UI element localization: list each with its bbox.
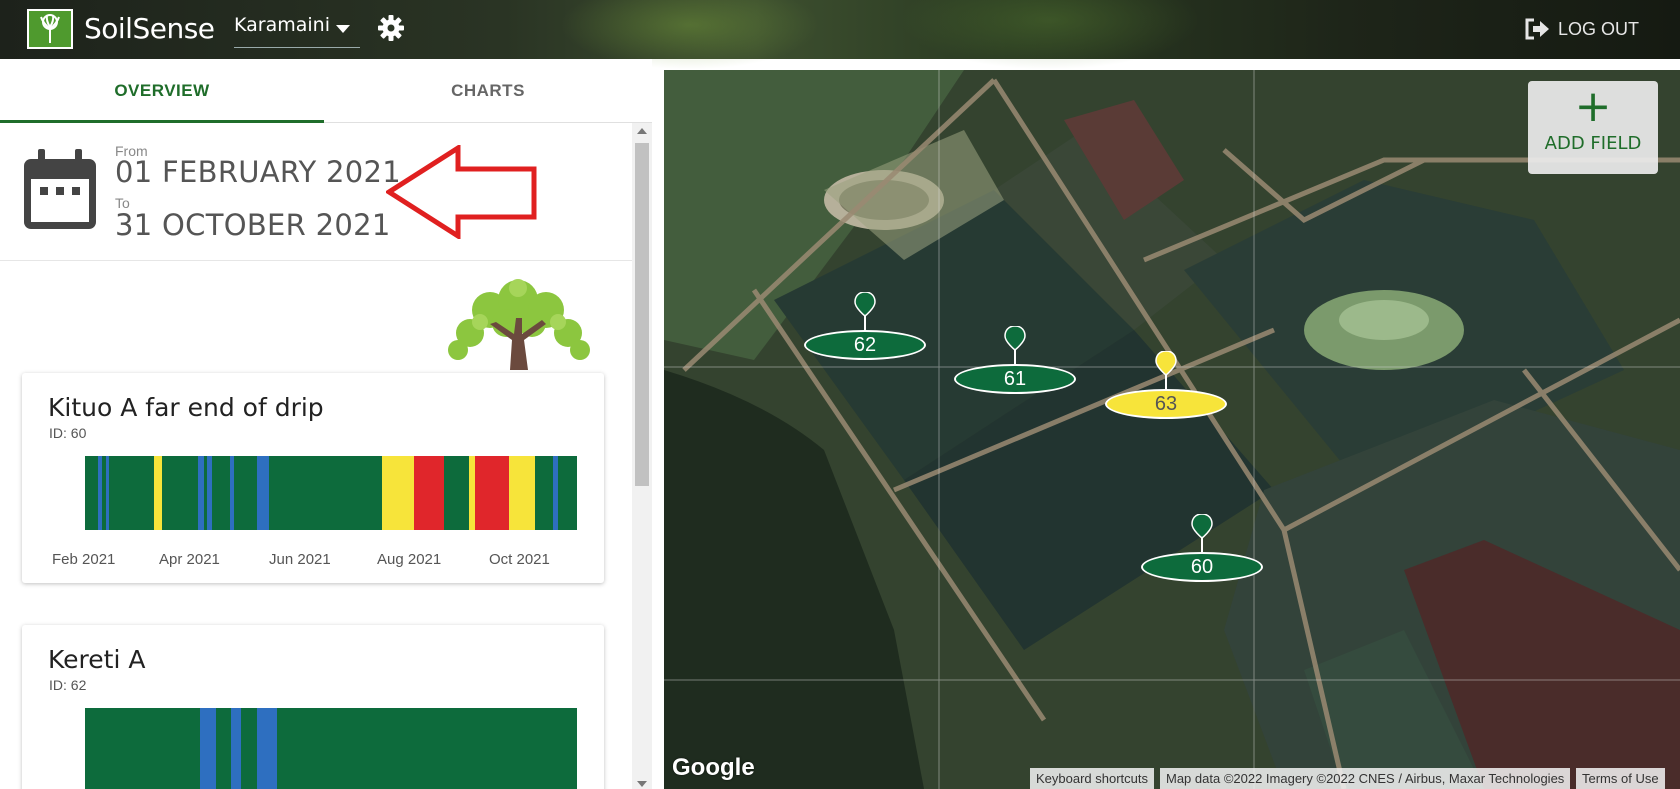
- logout-icon: [1525, 18, 1549, 40]
- google-logo[interactable]: Google: [672, 754, 755, 782]
- timeline-segment-wet: [200, 708, 216, 789]
- field-marker[interactable]: 63: [1105, 351, 1227, 425]
- scroll-down-arrow-icon[interactable]: [637, 781, 647, 787]
- field-marker[interactable]: 61: [954, 326, 1076, 400]
- overview-scroll-area[interactable]: From 01 FEBRUARY 2021 To 31 OCTOBER 2021…: [0, 123, 632, 789]
- axis-tick-label: Apr 2021: [159, 551, 220, 568]
- map-pin-icon: [854, 292, 876, 330]
- tab-overview[interactable]: OVERVIEW: [0, 59, 324, 123]
- gear-icon[interactable]: [377, 14, 405, 42]
- axis-tick-label: Oct 2021: [489, 551, 550, 568]
- timeline-segment-wet: [106, 456, 109, 530]
- field-marker[interactable]: 60: [1141, 514, 1263, 588]
- add-field-label: ADD FIELD: [1544, 133, 1642, 154]
- field-title[interactable]: Kituo A far end of drip: [48, 393, 324, 422]
- add-field-button[interactable]: + ADD FIELD: [1528, 81, 1658, 174]
- field-id: ID: 62: [49, 677, 87, 693]
- marker-label: 61: [954, 364, 1076, 394]
- logout-button[interactable]: LOG OUT: [1524, 16, 1639, 42]
- timeline-segment-wet: [231, 708, 241, 789]
- axis-tick-label: Feb 2021: [52, 551, 116, 568]
- map-pin-icon: [1191, 514, 1213, 552]
- left-panel: OVERVIEW CHARTS From 01 FEBRUARY 2021 To…: [0, 59, 652, 789]
- timeline-segment-wet: [257, 456, 269, 530]
- terms-of-use-link[interactable]: Terms of Use: [1576, 768, 1665, 789]
- from-date[interactable]: 01 FEBRUARY 2021: [115, 155, 401, 189]
- date-range-picker[interactable]: From 01 FEBRUARY 2021 To 31 OCTOBER 2021: [0, 123, 632, 261]
- to-date[interactable]: 31 OCTOBER 2021: [115, 208, 391, 242]
- field-id: ID: 60: [49, 425, 87, 441]
- farm-select-value: Karamaini: [234, 14, 330, 36]
- marker-label: 62: [804, 330, 926, 360]
- axis-tick-label: Aug 2021: [377, 551, 442, 568]
- timeline-segment-wet: [198, 456, 204, 530]
- timeline-segment-warning: [509, 456, 535, 530]
- axis-tick-label: Jun 2021: [269, 551, 331, 568]
- marker-label: 60: [1141, 552, 1263, 582]
- scrollbar[interactable]: [632, 123, 652, 789]
- timeline-segment-wet: [207, 456, 212, 530]
- scrollbar-thumb[interactable]: [635, 143, 649, 486]
- header-background-leaf: [900, 0, 1200, 70]
- keyboard-shortcuts-link[interactable]: Keyboard shortcuts: [1030, 768, 1155, 789]
- timeline-segment-wet: [257, 708, 277, 789]
- satellite-map[interactable]: 62 61 63 60: [664, 70, 1680, 789]
- timeline-segment-critical: [414, 456, 444, 530]
- plus-icon: +: [1574, 81, 1612, 132]
- tab-bar: OVERVIEW CHARTS: [0, 59, 652, 123]
- map-pin-icon: [1155, 351, 1177, 389]
- red-arrow-annotation: [386, 145, 537, 239]
- field-card[interactable]: Kereti A ID: 62: [22, 625, 604, 789]
- logout-label: LOG OUT: [1558, 18, 1640, 39]
- timeline-segment-wet: [553, 456, 558, 530]
- status-timeline[interactable]: [85, 708, 577, 789]
- soilsense-logo-icon[interactable]: [27, 9, 73, 49]
- app-name[interactable]: SoilSense: [84, 12, 215, 45]
- timeline-segment-warning: [154, 456, 162, 530]
- marker-label: 63: [1105, 389, 1227, 419]
- timeline-segment-warning: [382, 456, 414, 530]
- map-data-attribution[interactable]: Map data ©2022 Imagery ©2022 CNES / Airb…: [1160, 768, 1571, 789]
- satellite-imagery: [664, 70, 1680, 789]
- chevron-down-icon: [336, 25, 350, 33]
- timeline-segment-wet: [98, 456, 102, 530]
- top-app-bar: SoilSense Karamaini LOG OUT: [0, 0, 1680, 70]
- scroll-up-arrow-icon[interactable]: [637, 128, 647, 134]
- field-title[interactable]: Kereti A: [48, 645, 145, 674]
- farm-select[interactable]: Karamaini: [234, 14, 360, 48]
- field-card[interactable]: Kituo A far end of drip ID: 60 Feb 2021 …: [22, 373, 604, 583]
- timeline-segment-critical: [475, 456, 509, 530]
- map-pin-icon: [1004, 326, 1026, 364]
- tree-logo-icon: [448, 279, 590, 370]
- calendar-icon: [24, 149, 96, 229]
- timeline-segment-wet: [230, 456, 234, 530]
- status-timeline[interactable]: [85, 456, 577, 530]
- tab-charts[interactable]: CHARTS: [324, 59, 652, 123]
- field-marker[interactable]: 62: [804, 292, 926, 366]
